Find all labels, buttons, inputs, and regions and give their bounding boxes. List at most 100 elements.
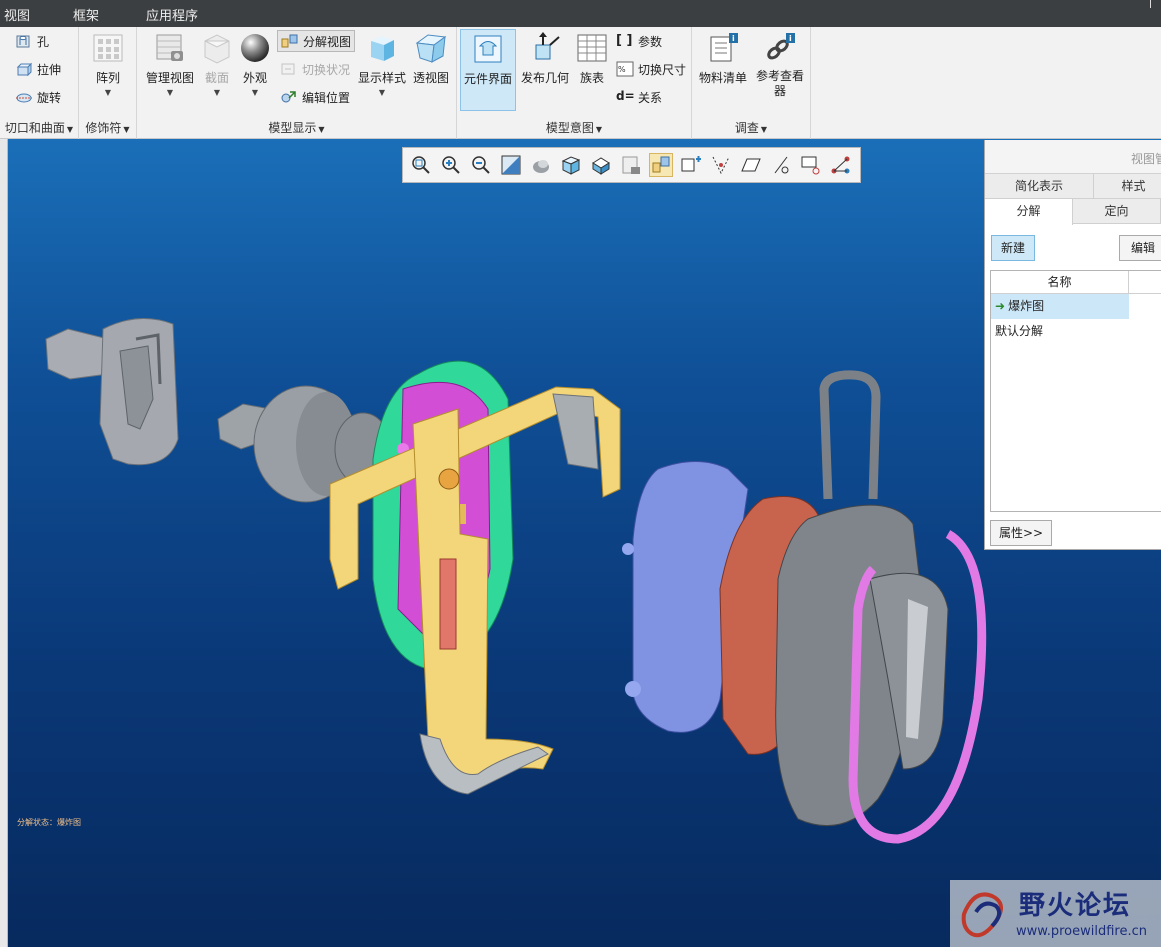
plane-display-icon[interactable]	[739, 153, 763, 177]
tab-orient[interactable]: 定向	[1073, 199, 1161, 224]
manage-views-button[interactable]: 管理视图 ▼	[142, 29, 198, 97]
bom-button[interactable]: i 物料清单	[696, 29, 750, 86]
appearance-label: 外观	[242, 71, 267, 85]
panel-title: 视图管	[1130, 152, 1161, 166]
explode-view-icon	[281, 34, 298, 48]
bom-label: 物料清单	[698, 71, 747, 85]
svg-text:i: i	[789, 34, 792, 43]
view-manager-cube-icon[interactable]	[559, 153, 583, 177]
edit-position-icon	[281, 91, 296, 103]
publish-geometry-label: 发布几何	[520, 71, 569, 85]
column-name[interactable]: 名称	[991, 271, 1129, 294]
menu-view[interactable]: 视图	[4, 5, 30, 24]
relations-button[interactable]: d= 关系	[616, 86, 662, 108]
datum-display-icon[interactable]	[679, 153, 703, 177]
relations-icon: d=	[616, 89, 635, 103]
forum-watermark: 野火论坛 www.proewildfire.cn	[950, 880, 1161, 947]
group-cut-and-surface: 孔 拉伸 旋转 切口和曲面 ▼	[0, 27, 79, 139]
tabs-row-bottom: 分解 定向	[985, 199, 1161, 225]
menu-framework[interactable]: 框架	[73, 5, 99, 24]
publish-geometry-button[interactable]: 发布几何	[520, 29, 570, 86]
group-label-cut[interactable]: 切口和曲面 ▼	[0, 119, 78, 136]
display-style-icon[interactable]	[589, 153, 613, 177]
publish-geometry-icon	[535, 32, 560, 60]
refit-icon[interactable]	[409, 153, 433, 177]
view-toolbar	[402, 147, 861, 183]
hole-label: 孔	[37, 34, 50, 49]
group-label-modifier[interactable]: 修饰符 ▼	[79, 119, 136, 136]
appearance-button[interactable]: 外观 ▼	[238, 29, 272, 97]
chevron-down-icon: ▼	[104, 88, 112, 97]
tab-explode[interactable]: 分解	[985, 199, 1073, 225]
toggle-status-label: 切换状况	[302, 62, 351, 77]
group-label-investigate[interactable]: 调查 ▼	[692, 119, 810, 136]
reference-viewer-label: 参考查看器	[755, 69, 804, 98]
parameters-label: 参数	[638, 34, 663, 49]
parameters-button[interactable]: [ ] 参数	[616, 30, 662, 52]
csys-display-icon[interactable]	[799, 153, 823, 177]
new-button[interactable]: 新建	[991, 235, 1035, 261]
svg-text:%: %	[618, 65, 626, 74]
vent-clip-part[interactable]	[45, 318, 179, 466]
edit-position-button[interactable]: 编辑位置	[280, 86, 350, 108]
group-modifier: 阵列 ▼ 修饰符 ▼	[79, 27, 137, 139]
explode-view-button[interactable]: 分解视图	[277, 30, 356, 52]
hole-icon	[16, 35, 30, 48]
toggle-status-button[interactable]: 切换状况	[280, 58, 350, 80]
family-table-button[interactable]: 族表	[575, 29, 609, 86]
perspective-label: 透视图	[412, 71, 449, 85]
display-style-button[interactable]: 显示样式 ▼	[356, 29, 408, 97]
group-model-intent: 元件界面 发布几何 族表 [ ] 参数 % 切换尺寸 d= 关系 模型意图 ▼	[457, 27, 692, 139]
point-display-icon[interactable]	[769, 153, 793, 177]
extrude-icon	[16, 62, 33, 77]
perspective-button[interactable]: 透视图	[411, 29, 451, 86]
list-item[interactable]: 默认分解	[991, 319, 1161, 344]
active-arrow-icon: ➜	[995, 299, 1006, 313]
explode-view-toggle-icon[interactable]	[649, 153, 673, 177]
group-label-model-intent[interactable]: 模型意图 ▼	[457, 119, 691, 136]
extrude-label: 拉伸	[37, 62, 62, 77]
chevron-down-icon: ▼	[251, 88, 259, 97]
saved-orientation-icon[interactable]	[529, 153, 553, 177]
toggle-status-icon	[281, 63, 295, 75]
explode-view-label: 分解视图	[303, 34, 352, 49]
reference-viewer-button[interactable]: i 参考查看器	[752, 29, 808, 99]
watermark-title: 野火论坛	[1019, 891, 1132, 921]
chevron-down-icon: ▼	[595, 125, 603, 134]
tab-simplified-rep[interactable]: 简化表示	[985, 174, 1094, 199]
chevron-down-icon: ▼	[760, 125, 768, 134]
group-investigate: i 物料清单 i 参考查看器 调查 ▼	[692, 27, 811, 139]
list-item[interactable]: ➜ 爆炸图	[991, 294, 1129, 319]
hole-button[interactable]: 孔	[15, 30, 49, 52]
section-label: 截面	[204, 71, 229, 85]
extrude-button[interactable]: 拉伸	[15, 58, 61, 80]
revolve-button[interactable]: 旋转	[15, 86, 61, 108]
switch-dimensions-button[interactable]: % 切换尺寸	[616, 58, 686, 80]
explode-status-text: 分解状态：爆炸图	[17, 818, 81, 827]
edit-button[interactable]: 编辑	[1119, 235, 1161, 261]
zoom-out-icon[interactable]	[469, 153, 493, 177]
view-settings-icon[interactable]	[619, 153, 643, 177]
pattern-icon	[93, 34, 123, 62]
properties-button[interactable]: 属性>>	[990, 520, 1052, 546]
revolve-label: 旋转	[37, 90, 62, 105]
axis-display-icon[interactable]	[709, 153, 733, 177]
tab-style[interactable]: 样式	[1094, 174, 1161, 199]
forum-logo-icon	[961, 892, 1003, 938]
component-interface-button[interactable]: 元件界面	[460, 29, 516, 111]
annotation-display-icon[interactable]	[829, 153, 853, 177]
pattern-button[interactable]: 阵列 ▼	[85, 29, 131, 97]
revolve-icon	[16, 93, 32, 103]
tabs-row-top: 简化表示 样式	[985, 174, 1161, 199]
menu-edge	[1150, 0, 1151, 8]
section-button[interactable]: 截面 ▼	[200, 29, 234, 97]
switch-dimensions-icon: %	[616, 61, 634, 77]
panel-title-bar[interactable]: 视图管	[985, 140, 1161, 174]
group-label-model-display[interactable]: 模型显示 ▼	[137, 119, 456, 136]
perspective-cube-icon	[415, 34, 447, 63]
repaint-icon[interactable]	[499, 153, 523, 177]
menu-applications[interactable]: 应用程序	[146, 5, 198, 24]
edit-position-label: 编辑位置	[302, 90, 351, 105]
chevron-down-icon: ▼	[378, 88, 386, 97]
zoom-in-icon[interactable]	[439, 153, 463, 177]
